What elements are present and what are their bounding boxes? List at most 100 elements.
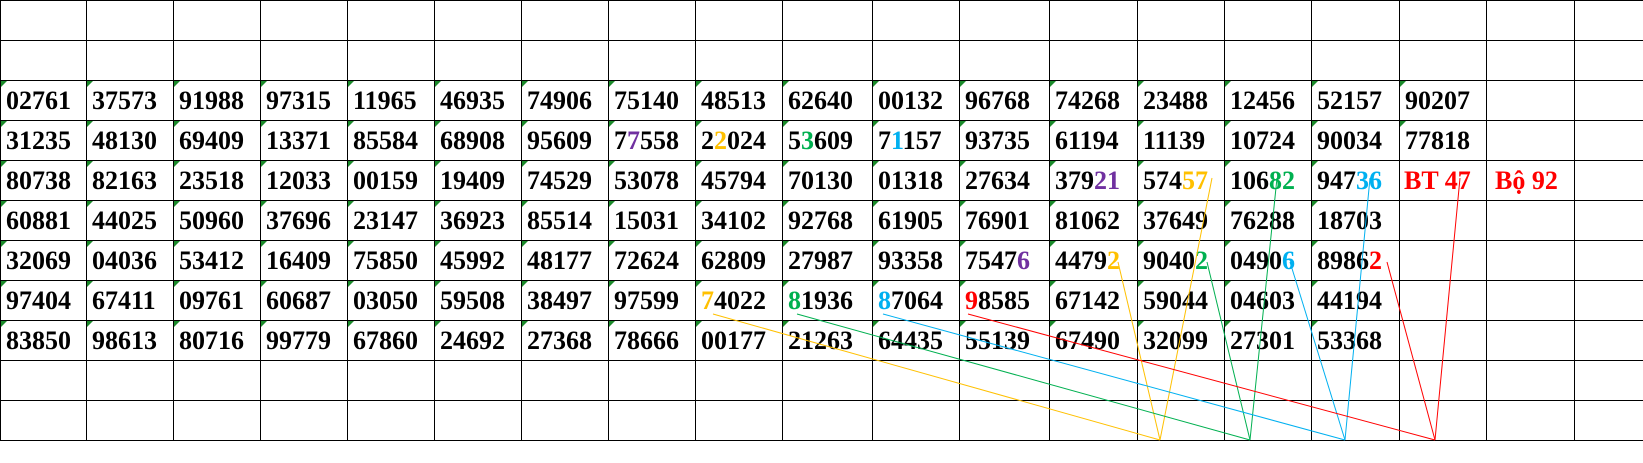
empty-cell[interactable] xyxy=(872,360,960,401)
empty-cell[interactable] xyxy=(959,0,1050,41)
number-cell[interactable]: 70130 xyxy=(782,160,873,201)
number-cell[interactable]: 83850 xyxy=(0,320,87,361)
number-cell[interactable]: 37696 xyxy=(260,200,348,241)
number-cell[interactable]: 71157 xyxy=(872,120,960,161)
empty-cell[interactable] xyxy=(695,0,783,41)
empty-cell[interactable] xyxy=(1486,320,1575,361)
empty-cell[interactable] xyxy=(347,360,435,401)
empty-cell[interactable] xyxy=(1137,360,1225,401)
empty-cell[interactable] xyxy=(1399,40,1487,81)
number-cell[interactable]: 97404 xyxy=(0,280,87,321)
number-cell[interactable]: 91988 xyxy=(173,80,261,121)
empty-cell[interactable] xyxy=(1486,400,1575,441)
bo-label[interactable]: Bộ 92 xyxy=(1486,160,1575,201)
number-cell[interactable]: 57457 xyxy=(1137,160,1225,201)
empty-cell[interactable] xyxy=(434,360,522,401)
number-cell[interactable]: 81936 xyxy=(782,280,873,321)
number-cell[interactable]: 75140 xyxy=(608,80,696,121)
number-cell[interactable]: 27301 xyxy=(1224,320,1312,361)
number-cell[interactable]: 93358 xyxy=(872,240,960,281)
bt-label[interactable]: BT 47 xyxy=(1399,160,1487,201)
number-cell[interactable]: 74268 xyxy=(1049,80,1138,121)
empty-cell[interactable] xyxy=(173,40,261,81)
number-cell[interactable]: 48130 xyxy=(86,120,174,161)
empty-cell[interactable] xyxy=(695,40,783,81)
number-cell[interactable]: 50960 xyxy=(173,200,261,241)
number-cell[interactable]: 44792 xyxy=(1049,240,1138,281)
empty-cell[interactable] xyxy=(260,40,348,81)
empty-cell[interactable] xyxy=(86,0,174,41)
number-cell[interactable]: 53368 xyxy=(1311,320,1400,361)
empty-cell[interactable] xyxy=(1399,0,1487,41)
number-cell[interactable]: 90207 xyxy=(1399,80,1487,121)
empty-cell[interactable] xyxy=(86,400,174,441)
empty-cell[interactable] xyxy=(608,40,696,81)
empty-cell[interactable] xyxy=(608,400,696,441)
number-cell[interactable]: 85584 xyxy=(347,120,435,161)
empty-cell[interactable] xyxy=(521,360,609,401)
number-cell[interactable]: 22024 xyxy=(695,120,783,161)
number-cell[interactable]: 27634 xyxy=(959,160,1050,201)
number-cell[interactable]: 59044 xyxy=(1137,280,1225,321)
number-cell[interactable]: 67411 xyxy=(86,280,174,321)
number-cell[interactable]: 11139 xyxy=(1137,120,1225,161)
number-cell[interactable]: 77818 xyxy=(1399,120,1487,161)
empty-cell[interactable] xyxy=(1486,40,1575,81)
number-cell[interactable]: 38497 xyxy=(521,280,609,321)
number-cell[interactable]: 76288 xyxy=(1224,200,1312,241)
empty-cell[interactable] xyxy=(1399,200,1487,241)
empty-cell[interactable] xyxy=(1574,200,1643,241)
number-cell[interactable]: 27368 xyxy=(521,320,609,361)
empty-cell[interactable] xyxy=(782,400,873,441)
empty-cell[interactable] xyxy=(173,400,261,441)
number-cell[interactable]: 37573 xyxy=(86,80,174,121)
number-cell[interactable]: 76901 xyxy=(959,200,1050,241)
empty-cell[interactable] xyxy=(86,40,174,81)
empty-cell[interactable] xyxy=(260,360,348,401)
empty-cell[interactable] xyxy=(1224,400,1312,441)
empty-cell[interactable] xyxy=(695,400,783,441)
number-cell[interactable]: 32069 xyxy=(0,240,87,281)
empty-cell[interactable] xyxy=(782,40,873,81)
number-cell[interactable]: 97315 xyxy=(260,80,348,121)
number-cell[interactable]: 67860 xyxy=(347,320,435,361)
number-cell[interactable]: 60881 xyxy=(0,200,87,241)
number-cell[interactable]: 68908 xyxy=(434,120,522,161)
number-cell[interactable]: 55139 xyxy=(959,320,1050,361)
number-cell[interactable]: 75476 xyxy=(959,240,1050,281)
empty-cell[interactable] xyxy=(1311,40,1400,81)
number-cell[interactable]: 53078 xyxy=(608,160,696,201)
number-cell[interactable]: 04603 xyxy=(1224,280,1312,321)
number-cell[interactable]: 27987 xyxy=(782,240,873,281)
empty-cell[interactable] xyxy=(1049,0,1138,41)
empty-cell[interactable] xyxy=(1574,320,1643,361)
empty-cell[interactable] xyxy=(1137,400,1225,441)
empty-cell[interactable] xyxy=(1574,160,1643,201)
number-cell[interactable]: 97599 xyxy=(608,280,696,321)
number-cell[interactable]: 52157 xyxy=(1311,80,1400,121)
number-cell[interactable]: 53609 xyxy=(782,120,873,161)
number-cell[interactable]: 96768 xyxy=(959,80,1050,121)
number-cell[interactable]: 44194 xyxy=(1311,280,1400,321)
empty-cell[interactable] xyxy=(1486,240,1575,281)
empty-cell[interactable] xyxy=(1311,400,1400,441)
number-cell[interactable]: 12456 xyxy=(1224,80,1312,121)
empty-cell[interactable] xyxy=(1486,200,1575,241)
number-cell[interactable]: 00132 xyxy=(872,80,960,121)
number-cell[interactable]: 92768 xyxy=(782,200,873,241)
number-cell[interactable]: 75850 xyxy=(347,240,435,281)
empty-cell[interactable] xyxy=(521,40,609,81)
number-cell[interactable]: 74906 xyxy=(521,80,609,121)
number-cell[interactable]: 36923 xyxy=(434,200,522,241)
empty-cell[interactable] xyxy=(782,0,873,41)
number-cell[interactable]: 31235 xyxy=(0,120,87,161)
empty-cell[interactable] xyxy=(1399,280,1487,321)
empty-cell[interactable] xyxy=(1486,280,1575,321)
number-cell[interactable]: 77558 xyxy=(608,120,696,161)
number-cell[interactable]: 94736 xyxy=(1311,160,1400,201)
empty-cell[interactable] xyxy=(347,0,435,41)
number-cell[interactable]: 45992 xyxy=(434,240,522,281)
empty-cell[interactable] xyxy=(1224,360,1312,401)
empty-cell[interactable] xyxy=(173,0,261,41)
number-cell[interactable]: 78666 xyxy=(608,320,696,361)
